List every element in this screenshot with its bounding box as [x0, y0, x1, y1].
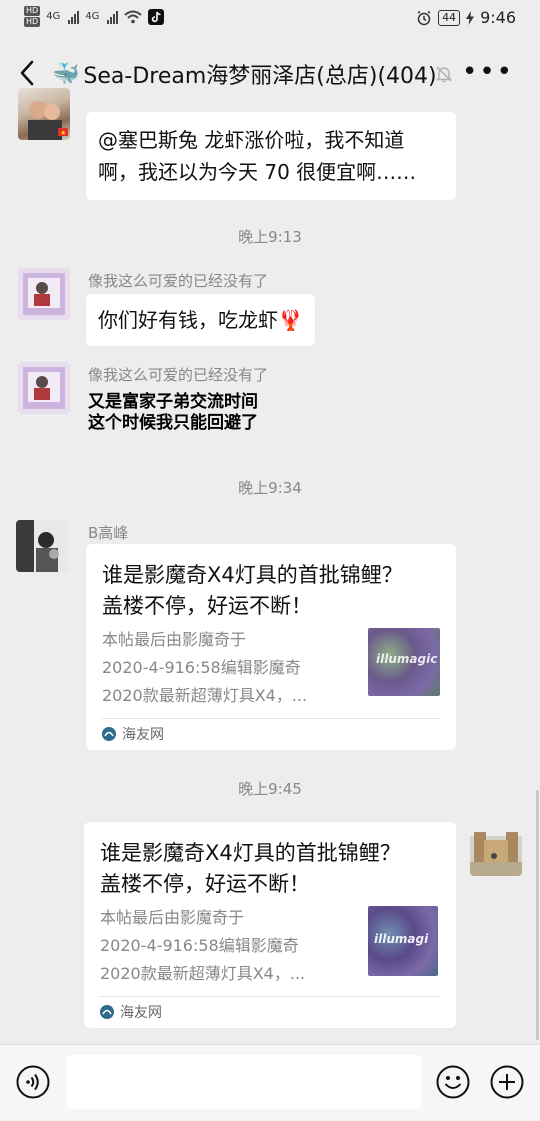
chat-title: 🐳 Sea-Dream海梦丽泽店(总店)(404) [52, 58, 437, 90]
avatar[interactable] [18, 362, 70, 414]
message-text: 啊，我还以为今天 70 很便宜啊…… [98, 160, 417, 184]
group-name: Sea-Dream海梦丽泽店(总店)(404) [83, 64, 437, 89]
card-source: 海友网 [102, 724, 164, 744]
sticker-line: 又是富家子弟交流时间 [88, 392, 258, 412]
link-card[interactable]: 谁是影魔奇X4灯具的首批锦鲤？ 盖楼不停，好运不断！ 本帖最后由影魔奇于 202… [84, 822, 456, 1028]
my-avatar[interactable] [470, 822, 522, 876]
signal-icon [68, 10, 80, 24]
card-thumbnail: illumagic [368, 628, 440, 696]
whale-emoji: 🐳 [52, 61, 80, 87]
card-desc-line: 2020-4-916:58编辑影魔奇 [102, 658, 301, 677]
hd-badge: HD [24, 6, 41, 16]
source-name: 海友网 [122, 727, 164, 743]
card-desc-line: 本帖最后由影魔奇于 [102, 630, 247, 649]
chat-header: 🐳 Sea-Dream海梦丽泽店(总店)(404) ••• [0, 44, 540, 104]
sticker-text[interactable]: 又是富家子弟交流时间 这个时候我只能回避了 [88, 392, 258, 434]
sender-name: 像我这么可爱的已经没有了 [88, 366, 269, 384]
avatar-photo [23, 367, 65, 409]
sender-name: B高峰 [88, 524, 129, 542]
card-title-line: 盖楼不停，好运不断！ [102, 594, 312, 618]
alarm-icon [417, 10, 431, 25]
avatar[interactable] [16, 520, 68, 572]
thumbnail-text: illumagic [376, 652, 438, 666]
card-description: 本帖最后由影魔奇于 2020-4-916:58编辑影魔奇 2020款最新超薄灯具… [102, 626, 352, 710]
avatar[interactable] [18, 268, 70, 320]
network-type: 4G [46, 11, 61, 22]
source-name: 海友网 [120, 1005, 162, 1021]
card-desc-line: 2020款最新超薄灯具X4，... [102, 686, 308, 705]
avatar-photo: ★ [28, 101, 68, 140]
card-divider [102, 718, 440, 719]
timestamp: 晚上9:34 [238, 479, 302, 497]
avatar[interactable]: ★ [18, 88, 70, 140]
card-description: 本帖最后由影魔奇于 2020-4-916:58编辑影魔奇 2020款最新超薄灯具… [100, 904, 350, 988]
back-arrow-icon[interactable] [14, 58, 42, 88]
timestamp: 晚上9:13 [238, 228, 302, 246]
card-title: 谁是影魔奇X4灯具的首批锦鲤？ 盖楼不停，好运不断！ [102, 560, 432, 622]
svg-text:★: ★ [60, 129, 66, 137]
voice-icon[interactable] [16, 1065, 50, 1099]
card-source: 海友网 [100, 1002, 162, 1022]
plus-icon[interactable] [490, 1065, 524, 1099]
avatar-photo [470, 822, 522, 876]
avatar-photo [23, 273, 65, 315]
emoji-icon[interactable] [436, 1065, 470, 1099]
link-card[interactable]: 谁是影魔奇X4灯具的首批锦鲤？ 盖楼不停，好运不断！ 本帖最后由影魔奇于 202… [86, 544, 456, 750]
scrollbar[interactable] [536, 790, 539, 1040]
wifi-icon [124, 10, 143, 23]
card-thumbnail: illumagi [368, 906, 438, 976]
card-desc-line: 2020-4-916:58编辑影魔奇 [100, 936, 299, 955]
message-input[interactable] [66, 1055, 422, 1109]
source-logo-icon [102, 727, 116, 741]
signal-icon [107, 10, 119, 24]
mute-bell-icon [435, 66, 453, 83]
message-text: @塞巴斯兔 龙虾涨价啦，我不知道 [98, 128, 405, 152]
message-bubble[interactable]: @塞巴斯兔 龙虾涨价啦，我不知道 啊，我还以为今天 70 很便宜啊…… [86, 112, 456, 200]
hd-badge: HD [24, 17, 41, 27]
card-divider [100, 996, 440, 997]
battery-level: 44 [438, 9, 461, 26]
status-bar: HD HD 4G 4G 44 9:46 [0, 0, 540, 40]
timestamp: 晚上9:45 [238, 780, 302, 798]
card-title-line: 盖楼不停，好运不断！ [100, 872, 310, 896]
avatar-photo [16, 520, 68, 572]
status-right: 44 9:46 [416, 8, 516, 27]
sender-name: 像我这么可爱的已经没有了 [88, 272, 269, 290]
tiktok-icon [148, 8, 165, 25]
card-desc-line: 本帖最后由影魔奇于 [100, 908, 245, 927]
clock: 9:46 [480, 8, 516, 27]
input-bar [0, 1044, 540, 1121]
more-icon[interactable]: ••• [462, 59, 514, 85]
source-logo-icon [100, 1005, 114, 1019]
card-desc-line: 2020款最新超薄灯具X4，... [100, 964, 306, 983]
card-title: 谁是影魔奇X4灯具的首批锦鲤？ 盖楼不停，好运不断！ [100, 838, 430, 900]
card-title-line: 谁是影魔奇X4灯具的首批锦鲤？ [102, 563, 403, 587]
sticker-line: 这个时候我只能回避了 [88, 413, 258, 433]
network-type: 4G [85, 11, 100, 22]
status-left: HD HD 4G 4G [24, 6, 165, 27]
thumbnail-text: illumagi [374, 932, 429, 946]
charging-icon [466, 10, 475, 25]
hd-badges: HD HD [24, 6, 41, 27]
card-title-line: 谁是影魔奇X4灯具的首批锦鲤？ [100, 841, 401, 865]
message-text: 你们好有钱，吃龙虾🦞 [98, 308, 303, 332]
message-bubble[interactable]: 你们好有钱，吃龙虾🦞 [86, 294, 315, 346]
